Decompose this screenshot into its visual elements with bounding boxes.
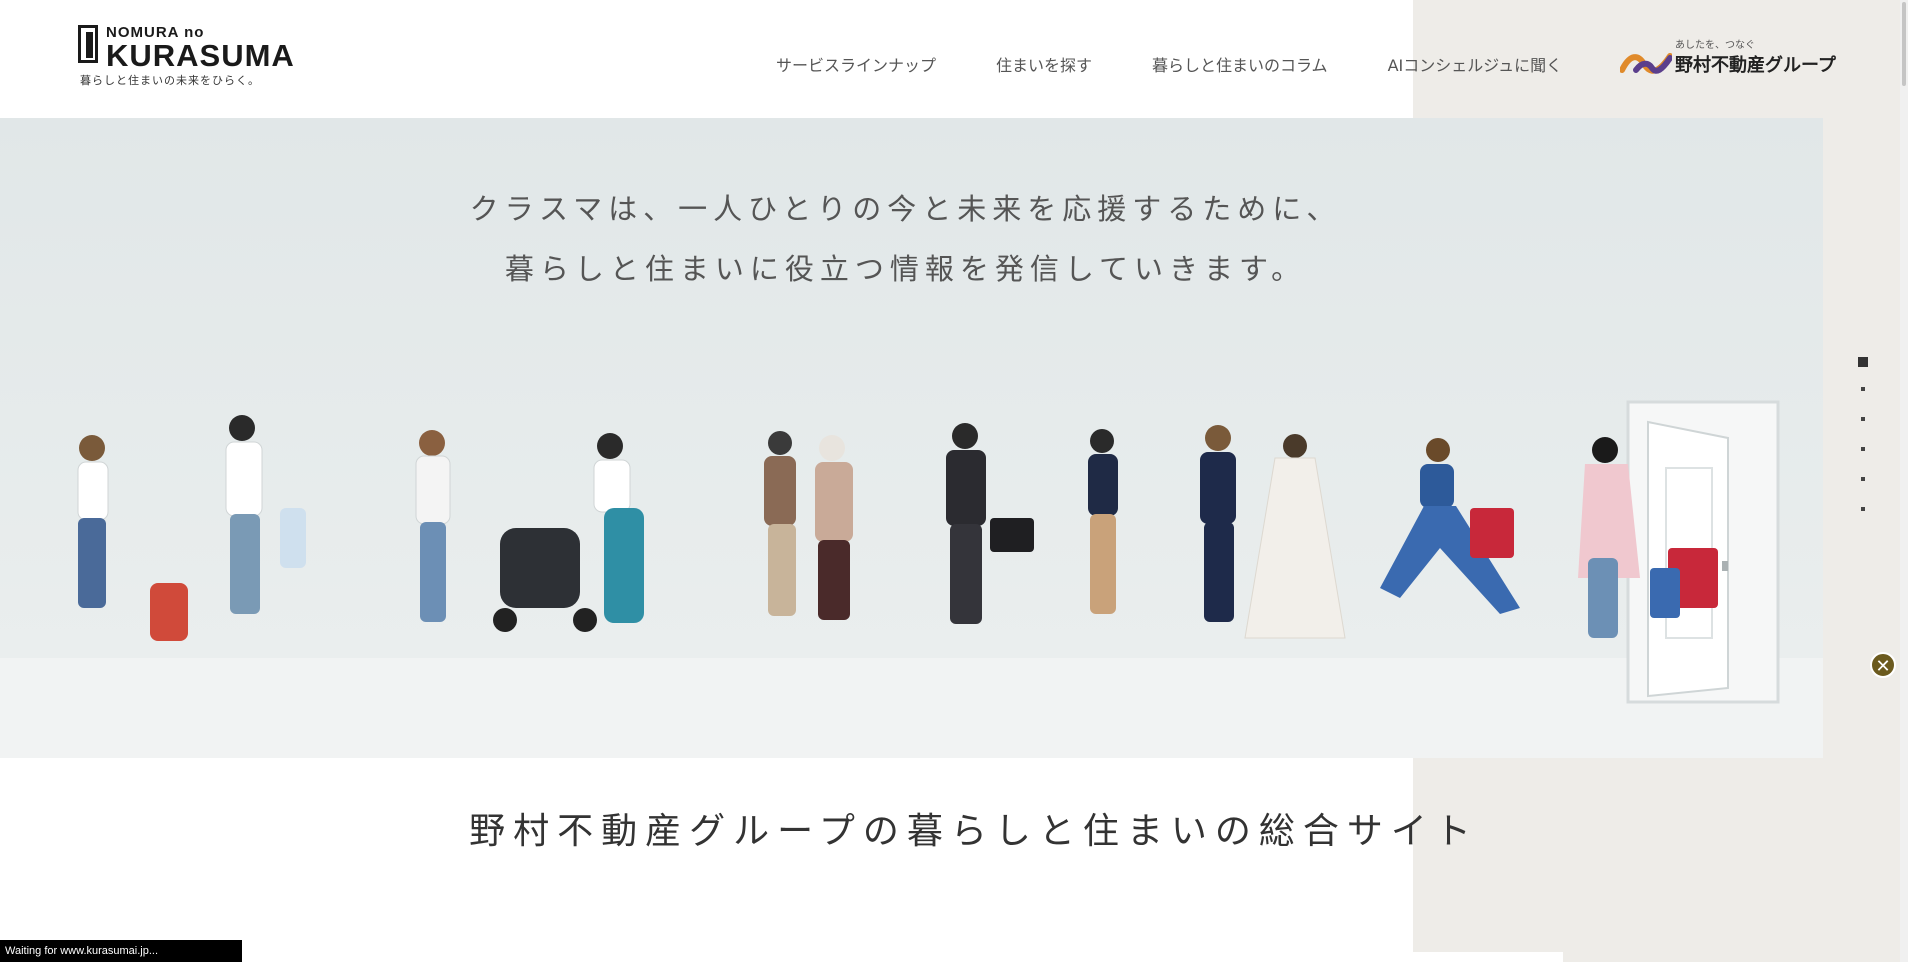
person-elderly-couple	[764, 431, 853, 620]
browser-status-bar: Waiting for www.kurasumai.jp...	[0, 940, 242, 962]
close-icon[interactable]: ✕	[1870, 652, 1896, 678]
logo-tagline: 暮らしと住まいの未来をひらく。	[80, 74, 260, 87]
hero-message-line-2: 暮らしと住まいに役立つ情報を発信していきます。	[504, 252, 1307, 286]
person-traveler	[77, 435, 188, 641]
pagination-dot[interactable]	[1861, 507, 1865, 511]
bottom-stripe	[1413, 952, 1563, 962]
person-woman-navy	[1088, 429, 1118, 614]
site-header: NOMURA no KURASUMA 暮らしと住まいの未来をひらく。 サービスラ…	[0, 0, 1562, 118]
people-silhouettes	[77, 415, 1718, 641]
nav-column[interactable]: 暮らしと住まいのコラム	[1152, 52, 1328, 76]
pagination-dot[interactable]	[1861, 387, 1865, 391]
person-wedding-couple	[1200, 425, 1346, 639]
group-name: 野村不動産グループ	[1675, 55, 1836, 76]
person-businessman	[946, 423, 1034, 624]
hero-people-illustration	[0, 400, 1823, 758]
group-wave-icon	[1620, 53, 1672, 74]
global-nav: サービスラインナップ 住まいを探す 暮らしと住まいのコラム AIコンシェルジュに…	[776, 52, 1562, 76]
hero-banner: クラスマは、一人ひとりの今と未来を応援するために、 暮らしと住まいに役立つ情報を…	[0, 118, 1823, 758]
person-father-child	[225, 415, 306, 614]
pagination-dot[interactable]	[1861, 447, 1865, 451]
site-title: 野村不動産グループの暮らしと住まいの総合サイト	[0, 802, 1908, 854]
hero-message-line-1: クラスマは、一人ひとりの今と未来を応援するために、	[469, 192, 1342, 226]
door-icon	[78, 25, 98, 63]
nomura-group-logo[interactable]: あしたを、つなぐ 野村不動産グループ	[1620, 36, 1836, 80]
pagination-dot[interactable]	[1861, 477, 1865, 481]
floor-reflection	[0, 658, 1823, 758]
person-runner	[1380, 438, 1520, 614]
nav-ai-concierge[interactable]: AIコンシェルジュに聞く	[1388, 52, 1563, 76]
slide-pagination	[1856, 357, 1870, 537]
scrollbar-track[interactable]	[1900, 0, 1908, 962]
nav-service-lineup[interactable]: サービスラインナップ	[776, 52, 936, 76]
person-mother	[415, 430, 451, 622]
kurasuma-logo[interactable]: NOMURA no KURASUMA 暮らしと住まいの未来をひらく。	[78, 22, 294, 87]
scrollbar-thumb[interactable]	[1902, 2, 1906, 86]
pagination-dot[interactable]	[1861, 417, 1865, 421]
nav-find-home[interactable]: 住まいを探す	[996, 52, 1092, 76]
person-stroller	[493, 433, 644, 632]
site-title-text: 野村不動産グループの暮らしと住まいの総合サイト	[469, 811, 1479, 852]
pagination-dot[interactable]	[1858, 357, 1868, 367]
logo-big-text: KURASUMA	[106, 38, 295, 73]
group-tagline: あしたを、つなぐ	[1675, 40, 1755, 51]
